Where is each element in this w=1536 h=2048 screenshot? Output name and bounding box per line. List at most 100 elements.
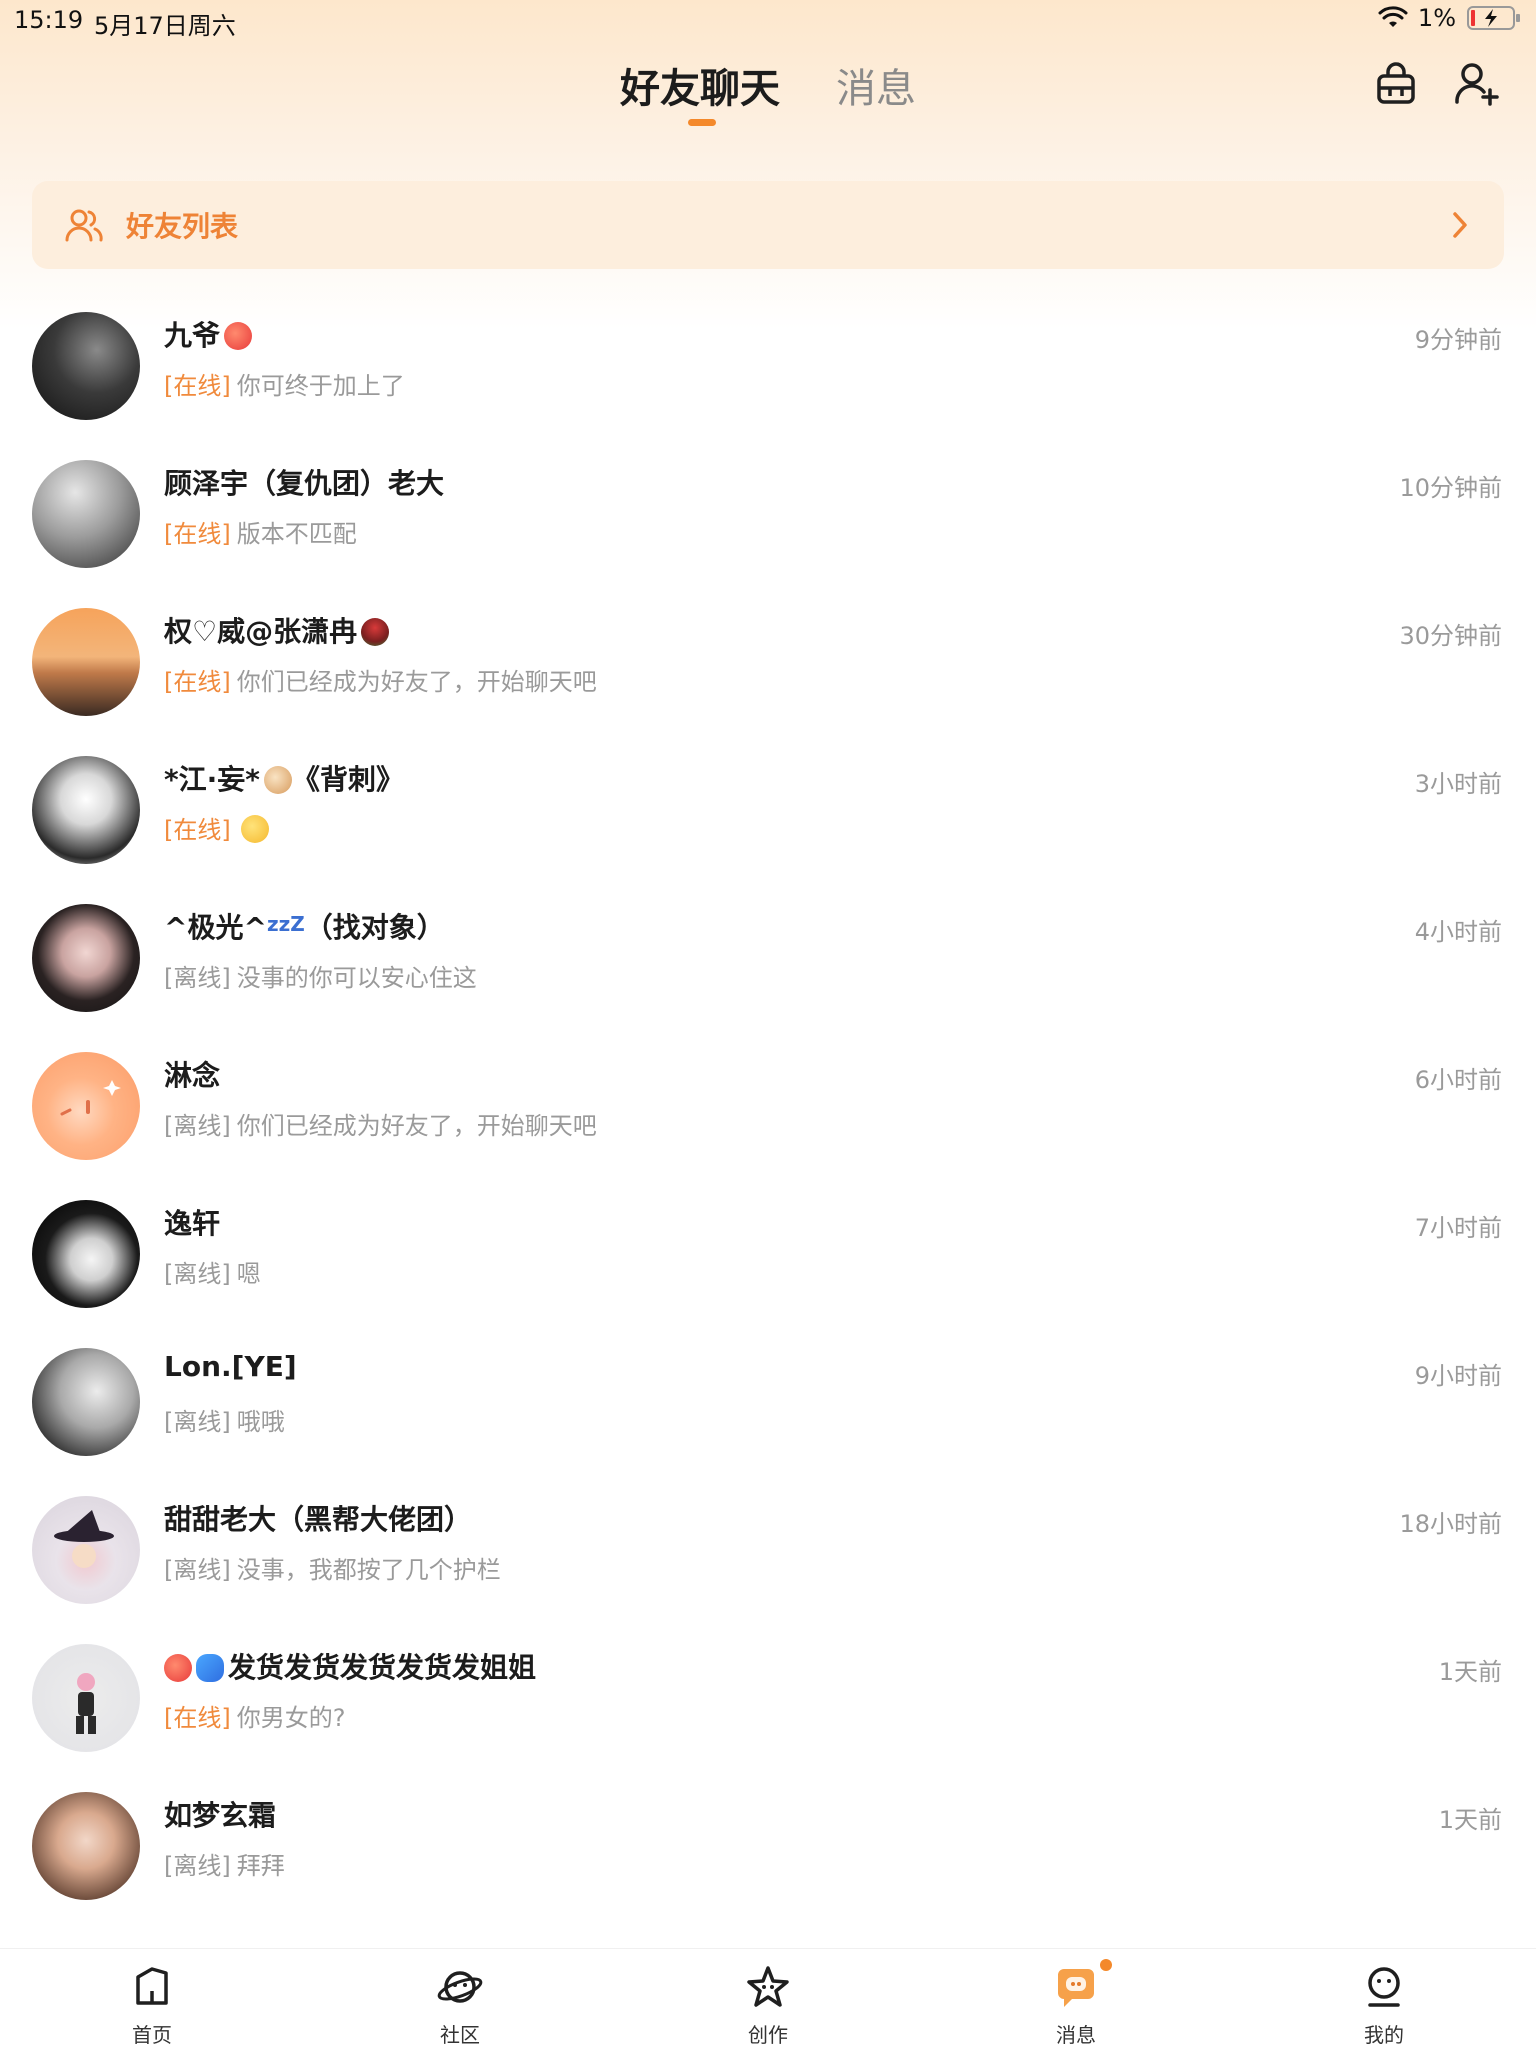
chat-name: Lon.[YE] (164, 1350, 297, 1383)
nav-create[interactable]: 创作 (708, 1949, 828, 2048)
avatar (32, 608, 140, 716)
hot-face-emoji-icon (164, 1654, 192, 1682)
avatar (32, 1644, 140, 1752)
offline-status: [离线] (164, 1556, 231, 1584)
chat-row[interactable]: 甜甜老大（黑帮大佬团） 18小时前 [离线] 没事，我都按了几个护栏 (0, 1484, 1536, 1632)
friend-list-label: 好友列表 (126, 210, 239, 243)
chat-preview: [在线] 你男女的? (164, 1704, 346, 1732)
avatar (32, 904, 140, 1012)
dog-face-emoji-icon (263, 766, 292, 794)
chat-preview: [离线] 没事，我都按了几个护栏 (164, 1556, 501, 1584)
chat-list: 九爷 9分钟前 [在线] 你可终于加上了 顾泽宇（复仇团）老大 10分钟前 [在线… (0, 300, 1536, 1948)
chat-time: 9分钟前 (1414, 326, 1502, 354)
profile-icon (1368, 1967, 1400, 2007)
butterfly-emoji-icon (196, 1654, 224, 1682)
chat-time: 9小时前 (1414, 1362, 1502, 1390)
chat-preview: [离线] 没事的你可以安心住这 (164, 964, 477, 992)
nav-mine[interactable]: 我的 (1324, 1949, 1444, 2048)
active-tab-indicator (688, 119, 716, 126)
chat-name: ^极光^zzZ（找对象） (164, 911, 445, 944)
friends-icon (65, 209, 103, 242)
offline-status: [离线] (164, 1260, 231, 1288)
character-figure-icon (76, 1673, 96, 1734)
chat-time: 30分钟前 (1399, 622, 1502, 650)
online-status: [在线] (164, 372, 231, 400)
chat-preview: [在线] 你们已经成为好友了，开始聊天吧 (164, 668, 597, 696)
chat-row[interactable]: 逸轩 7小时前 [离线] 嗯 (0, 1188, 1536, 1336)
chat-time: 1天前 (1438, 1806, 1502, 1834)
chat-preview: [离线] 哦哦 (164, 1408, 285, 1436)
online-status: [在线] (164, 1704, 231, 1732)
avatar (32, 460, 140, 568)
shop-bag-icon[interactable] (1372, 60, 1420, 108)
chat-preview: [在线] 你可终于加上了 (164, 372, 405, 400)
avatar (32, 312, 140, 420)
nav-community[interactable]: 社区 (400, 1949, 520, 2048)
wifi-icon (1378, 6, 1408, 27)
chat-row[interactable]: 权♡威@张潇冉 30分钟前 [在线] 你们已经成为好友了，开始聊天吧 (0, 596, 1536, 744)
chat-row[interactable]: ^极光^zzZ（找对象） 4小时前 [离线] 没事的你可以安心住这 (0, 892, 1536, 1040)
chat-row[interactable]: 如梦玄霜 1天前 [离线] 拜拜 (0, 1780, 1536, 1928)
chat-row[interactable]: Lon.[YE] 9小时前 [离线] 哦哦 (0, 1336, 1536, 1484)
battery-percent: 1% (1417, 4, 1456, 32)
avatar (32, 1348, 140, 1456)
star-icon (747, 1966, 789, 2007)
chat-preview: [在线] (164, 810, 269, 845)
chevron-right-icon (1453, 212, 1467, 238)
offline-status: [离线] (164, 1112, 231, 1140)
online-status: [在线] (164, 520, 231, 548)
chat-name: 淋念 (164, 1059, 221, 1092)
offline-status: [离线] (164, 1408, 231, 1436)
chat-row[interactable]: 顾泽宇（复仇团）老大 10分钟前 [在线] 版本不匹配 (0, 448, 1536, 596)
chat-name: 顾泽宇（复仇团）老大 (164, 467, 445, 500)
avatar (32, 1792, 140, 1900)
nav-label: 我的 (1364, 2023, 1404, 2047)
avatar (32, 1496, 140, 1604)
status-bar: 15:19 5月17日周六 1% (0, 0, 1536, 40)
add-friend-icon[interactable] (1452, 60, 1500, 108)
chat-row[interactable]: 淋念 6小时前 [离线] 你们已经成为好友了，开始聊天吧 (0, 1040, 1536, 1188)
message-icon (1058, 1969, 1094, 2007)
nav-label: 社区 (440, 2023, 480, 2047)
chat-name: *江·妄* 《背刺》 (164, 763, 404, 796)
online-status: [在线] (164, 816, 231, 844)
chat-name: 九爷 (164, 314, 253, 354)
chat-name: 权♡威@张潇冉 (164, 610, 390, 650)
witch-hat-icon (54, 1510, 114, 1568)
chat-name: 发货发货发货发货发姐姐 (164, 1646, 536, 1686)
wilted-rose-emoji-icon (361, 618, 390, 646)
header-background (0, 0, 1536, 330)
chat-row[interactable]: *江·妄* 《背刺》 3小时前 [在线] (0, 744, 1536, 892)
status-indicators: 1% (1378, 4, 1522, 32)
chat-row[interactable]: 九爷 9分钟前 [在线] 你可终于加上了 (0, 300, 1536, 448)
nav-messages[interactable]: 消息 (1016, 1949, 1136, 2048)
hot-face-emoji-icon (224, 322, 253, 350)
chat-name: 逸轩 (164, 1207, 221, 1240)
chat-time: 3小时前 (1414, 770, 1502, 798)
cute-face-icon (60, 1080, 121, 1116)
tab-messages[interactable]: 消息 (836, 56, 916, 114)
battery-icon (1467, 6, 1520, 30)
avatar (32, 1200, 140, 1308)
home-icon (136, 1967, 168, 2005)
nav-home[interactable]: 首页 (92, 1949, 212, 2048)
planet-icon (437, 1971, 483, 2003)
friend-list-banner[interactable]: 好友列表 (32, 181, 1504, 269)
bottom-navigation: 首页 社区 创作 消息 我的 (0, 1948, 1536, 2048)
chat-name: 甜甜老大（黑帮大佬团） (164, 1503, 473, 1536)
chat-time: 7小时前 (1414, 1214, 1502, 1242)
chat-time: 18小时前 (1399, 1510, 1502, 1538)
tab-friend-chat[interactable]: 好友聊天 (620, 56, 780, 114)
status-time: 15:19 (14, 6, 84, 34)
chat-name: 如梦玄霜 (164, 1799, 277, 1832)
avatar (32, 756, 140, 864)
chat-preview: [离线] 嗯 (164, 1260, 261, 1288)
nav-label: 创作 (748, 2023, 788, 2047)
notification-dot (1100, 1959, 1112, 1971)
online-status: [在线] (164, 668, 231, 696)
chat-row[interactable]: 发货发货发货发货发姐姐 1天前 [在线] 你男女的? (0, 1632, 1536, 1780)
chat-time: 4小时前 (1414, 918, 1502, 946)
chat-time: 1天前 (1438, 1658, 1502, 1686)
avatar (32, 1052, 140, 1160)
offline-status: [离线] (164, 1852, 231, 1880)
